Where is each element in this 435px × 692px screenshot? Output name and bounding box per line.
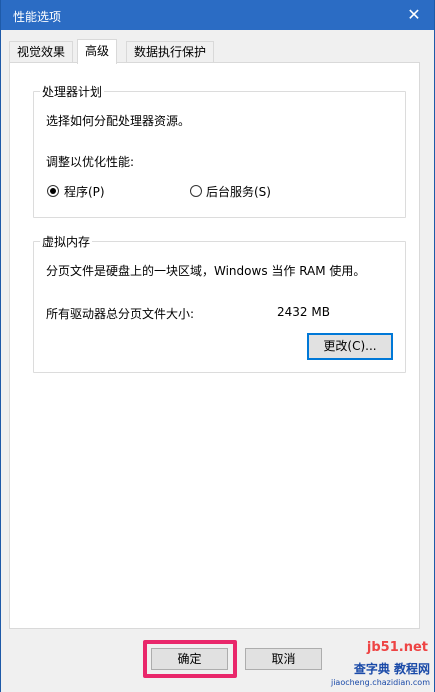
- watermark-bot: jiaocheng.chazidian.com: [330, 678, 430, 687]
- close-button[interactable]: ✕: [402, 4, 426, 26]
- dialog-content: 视觉效果 高级 数据执行保护 处理器计划 选择如何分配处理器资源。 调整以优化性…: [1, 30, 434, 692]
- advanced-tab-panel: 处理器计划 选择如何分配处理器资源。 调整以优化性能: 程序(P) 后台服务(S…: [9, 62, 420, 629]
- watermark-top: jb51.net: [366, 640, 428, 655]
- total-paging-label: 所有驱动器总分页文件大小:: [46, 307, 195, 321]
- processor-description: 选择如何分配处理器资源。: [46, 114, 191, 128]
- performance-options-dialog: 性能选项 ✕ 视觉效果 高级 数据执行保护 处理器计划 选择如何分配处理器资源。…: [0, 0, 435, 692]
- title-bar[interactable]: 性能选项 ✕: [1, 0, 434, 30]
- watermark: jb51.net 查字典 教程网 jiaocheng.chazidian.com: [314, 632, 434, 692]
- tab-visual-effects[interactable]: 视觉效果: [9, 41, 74, 63]
- virtual-memory-title: 虚拟内存: [40, 233, 93, 250]
- programs-radio[interactable]: [47, 185, 59, 197]
- change-button[interactable]: 更改(C)...: [307, 333, 393, 360]
- total-paging-value: 2432 MB: [277, 305, 330, 319]
- processor-scheduling-group: 处理器计划 选择如何分配处理器资源。 调整以优化性能: 程序(P) 后台服务(S…: [33, 83, 406, 218]
- virtual-memory-group: 虚拟内存 分页文件是硬盘上的一块区域，Windows 当作 RAM 使用。 所有…: [33, 233, 406, 373]
- programs-radio-label[interactable]: 程序(P): [64, 183, 105, 200]
- tab-advanced[interactable]: 高级: [77, 39, 118, 64]
- ok-button-highlight: [143, 640, 237, 678]
- background-services-radio[interactable]: [190, 185, 202, 197]
- watermark-mid: 查字典 教程网: [353, 662, 430, 676]
- tab-dep[interactable]: 数据执行保护: [126, 41, 215, 63]
- cancel-button[interactable]: 取消: [245, 648, 322, 670]
- virtual-memory-description: 分页文件是硬盘上的一块区域，Windows 当作 RAM 使用。: [46, 264, 366, 278]
- processor-scheduling-title: 处理器计划: [40, 83, 105, 100]
- adjust-label: 调整以优化性能:: [46, 155, 135, 169]
- background-services-radio-label[interactable]: 后台服务(S): [206, 183, 271, 200]
- window-title: 性能选项: [13, 10, 62, 24]
